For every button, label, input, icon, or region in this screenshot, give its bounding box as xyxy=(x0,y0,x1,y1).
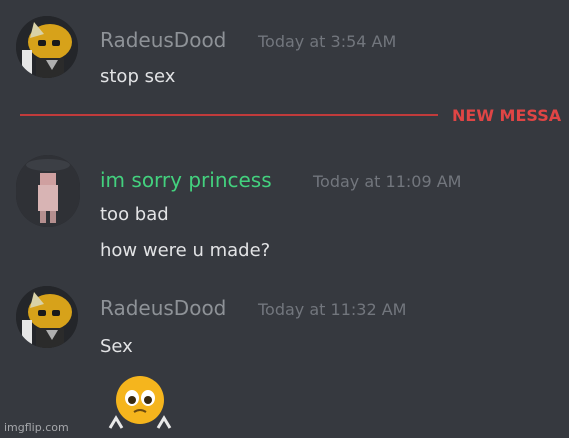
watermark: imgflip.com xyxy=(4,421,69,434)
username[interactable]: RadeusDood xyxy=(100,28,226,52)
avatar[interactable] xyxy=(16,155,80,227)
message-text: Sex xyxy=(100,336,133,357)
username[interactable]: im sorry princess xyxy=(100,168,272,192)
new-messages-divider xyxy=(20,114,438,116)
bee-avatar-icon xyxy=(16,16,78,78)
message-text: too bad xyxy=(100,204,169,225)
pleading-face-emoji-icon xyxy=(104,374,184,430)
timestamp: Today at 3:54 AM xyxy=(258,32,397,51)
character-avatar-icon xyxy=(16,155,80,227)
new-messages-label: NEW MESSA xyxy=(452,106,562,125)
chat-view: RadeusDood Today at 3:54 AM stop sex NEW… xyxy=(0,0,569,438)
bee-avatar-icon xyxy=(16,286,78,348)
username[interactable]: RadeusDood xyxy=(100,296,226,320)
message-text: stop sex xyxy=(100,66,176,87)
avatar[interactable] xyxy=(16,16,78,78)
timestamp: Today at 11:09 AM xyxy=(313,172,462,191)
message-text: how were u made? xyxy=(100,240,271,261)
timestamp: Today at 11:32 AM xyxy=(258,300,407,319)
avatar[interactable] xyxy=(16,286,78,348)
